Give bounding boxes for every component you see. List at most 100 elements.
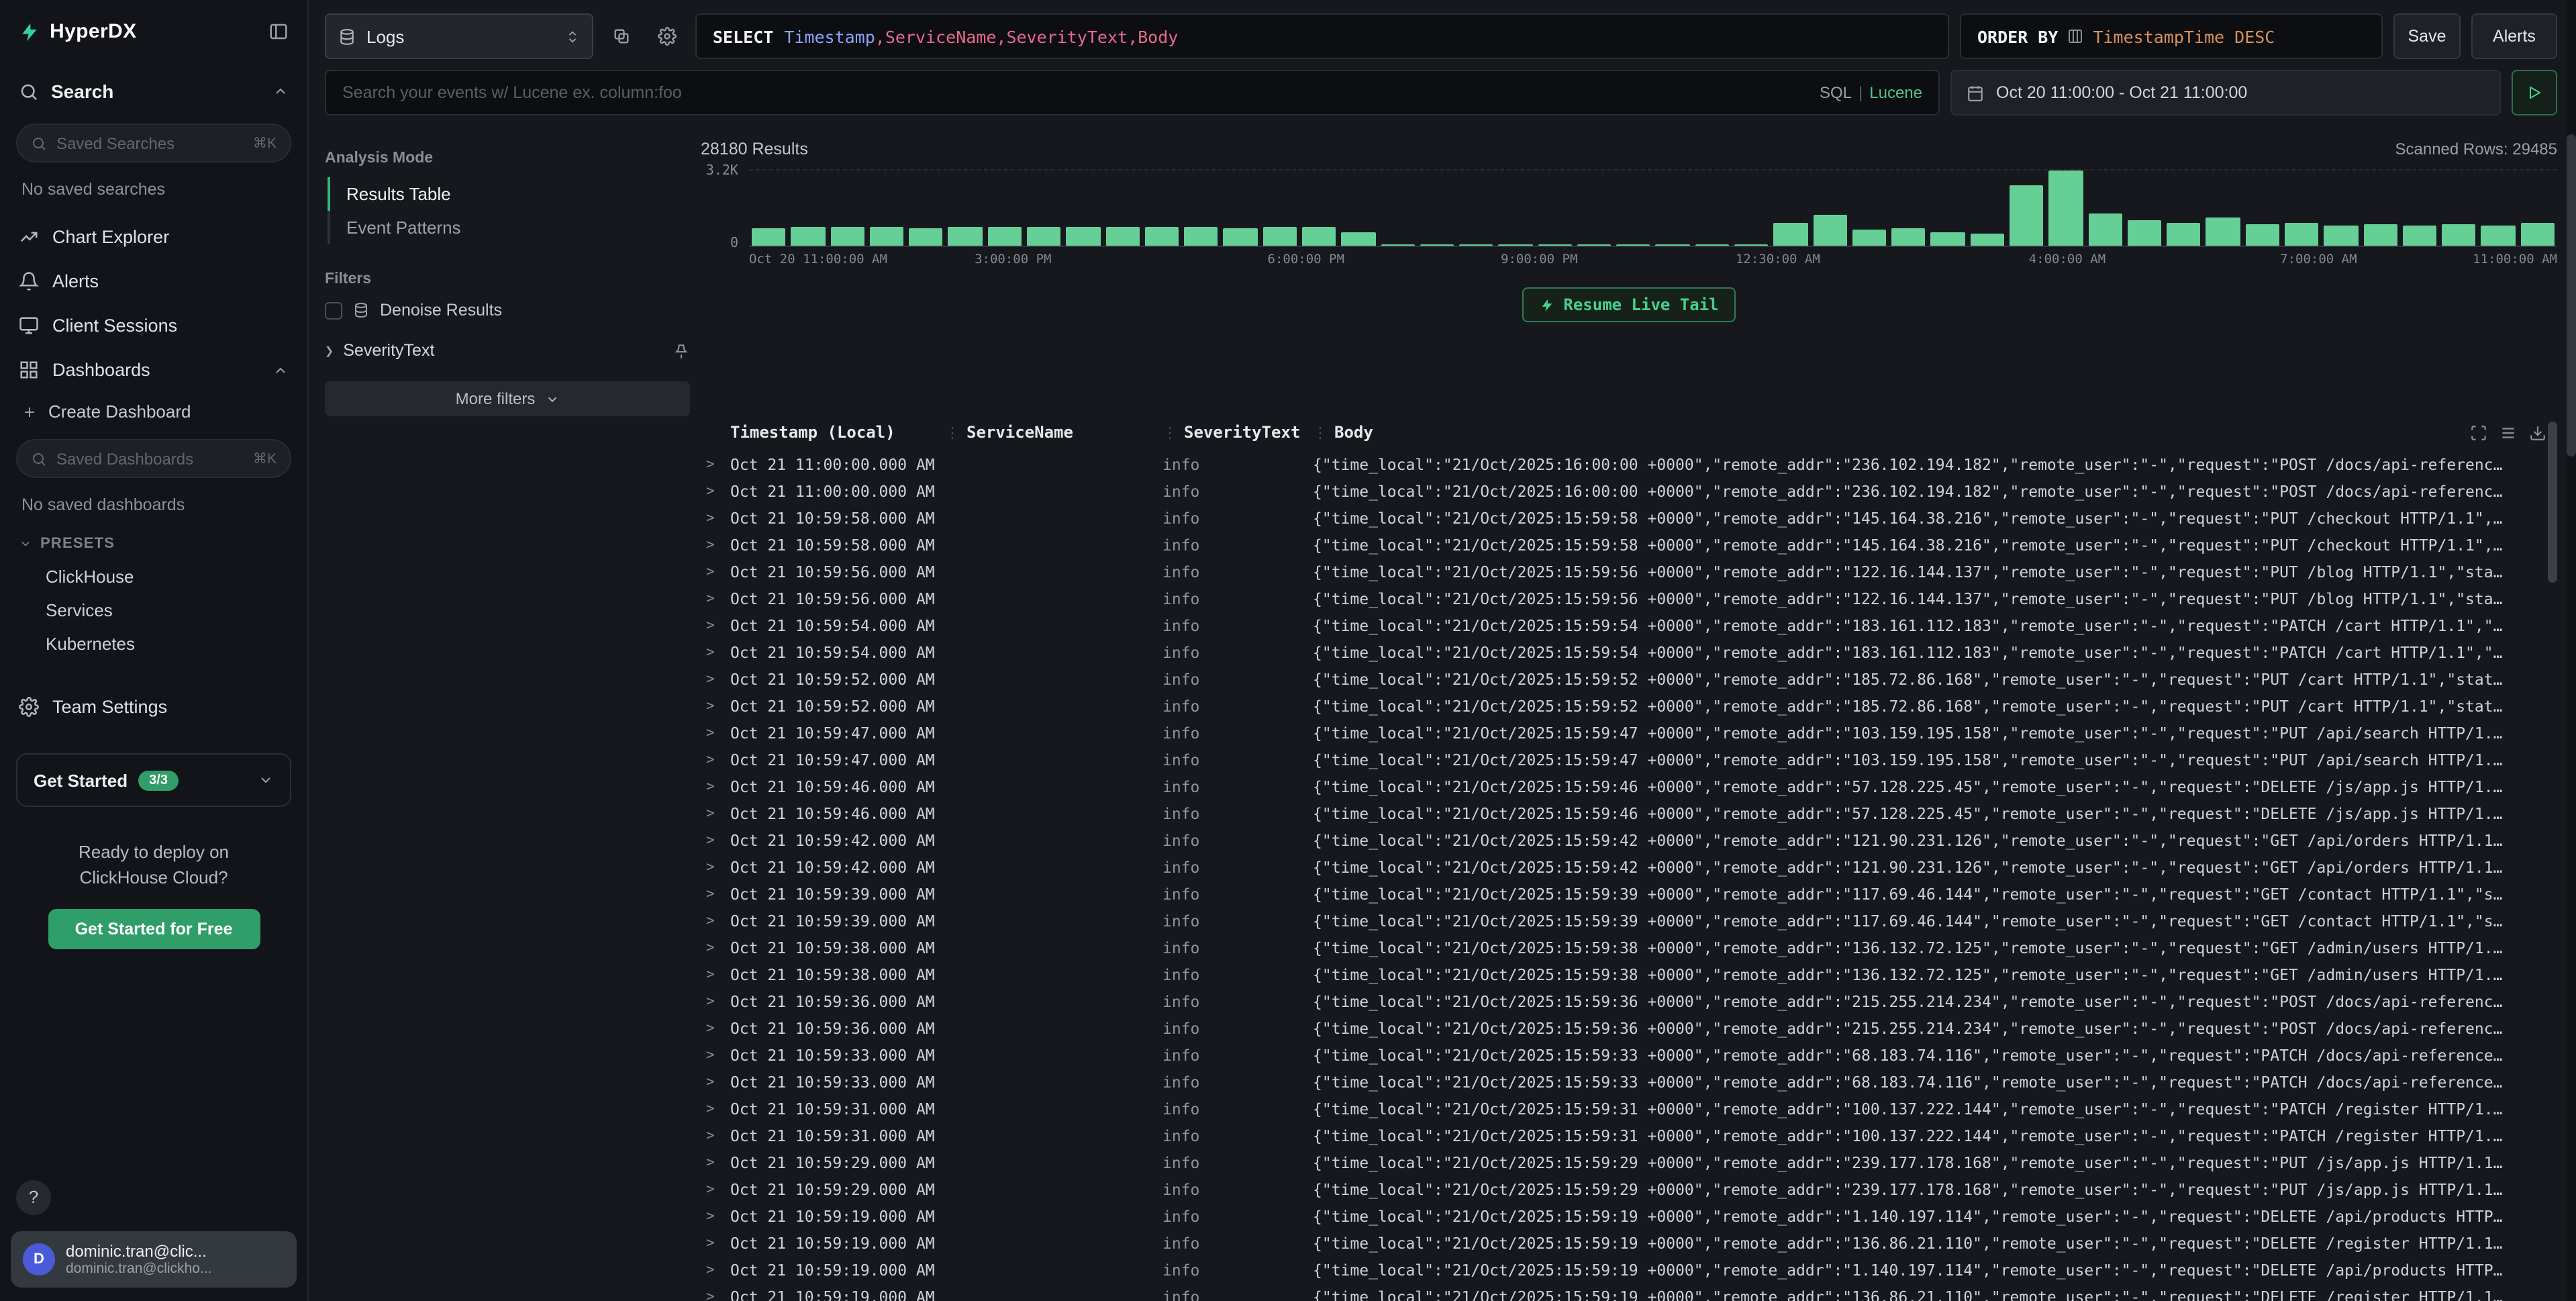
table-row[interactable]: >Oct 21 10:59:33.000 AMinfo{"time_local"…	[701, 1069, 2546, 1096]
presets-toggle[interactable]: PRESETS	[0, 528, 307, 560]
row-expander-icon[interactable]: >	[701, 591, 730, 607]
row-expander-icon[interactable]: >	[701, 725, 730, 741]
chevron-up-icon[interactable]	[273, 83, 289, 99]
header-timestamp[interactable]: Timestamp (Local)	[730, 423, 945, 442]
chart-bar[interactable]	[1262, 227, 1297, 246]
table-row[interactable]: >Oct 21 10:59:36.000 AMinfo{"time_local"…	[701, 1015, 2546, 1042]
row-expander-icon[interactable]: >	[701, 483, 730, 499]
chart-bar[interactable]	[909, 228, 943, 246]
run-query-button[interactable]	[2512, 70, 2557, 115]
chart-bar[interactable]	[1499, 244, 1533, 246]
table-row[interactable]: >Oct 21 10:59:58.000 AMinfo{"time_local"…	[701, 532, 2546, 559]
denoise-checkbox[interactable]	[325, 301, 342, 319]
chart-bar[interactable]	[1891, 228, 1926, 246]
chart-bar[interactable]	[987, 228, 1022, 246]
chart-bar[interactable]	[1656, 244, 1690, 246]
row-expander-icon[interactable]: >	[701, 644, 730, 661]
table-row[interactable]: >Oct 21 10:59:19.000 AMinfo{"time_local"…	[701, 1284, 2546, 1301]
chart-bar[interactable]	[2206, 218, 2240, 246]
chart-bar[interactable]	[1931, 233, 1965, 246]
table-row[interactable]: >Oct 21 10:59:33.000 AMinfo{"time_local"…	[701, 1042, 2546, 1069]
page-scrollbar[interactable]	[2567, 0, 2576, 1301]
table-row[interactable]: >Oct 21 10:59:54.000 AMinfo{"time_local"…	[701, 639, 2546, 666]
row-expander-icon[interactable]: >	[701, 967, 730, 983]
chart-bar[interactable]	[1577, 244, 1612, 246]
row-expander-icon[interactable]: >	[701, 1235, 730, 1251]
table-scrollbar[interactable]	[2548, 422, 2557, 583]
sidebar-item-alerts[interactable]: Alerts	[0, 259, 307, 303]
save-button[interactable]: Save	[2393, 13, 2461, 59]
row-expander-icon[interactable]: >	[701, 1101, 730, 1117]
preset-item-clickhouse[interactable]: ClickHouse	[0, 560, 307, 593]
table-row[interactable]: >Oct 21 10:59:56.000 AMinfo{"time_local"…	[701, 559, 2546, 585]
chart-bar[interactable]	[2167, 224, 2201, 246]
download-icon[interactable]	[2529, 424, 2546, 441]
row-expander-icon[interactable]: >	[701, 859, 730, 875]
table-row[interactable]: >Oct 21 10:59:38.000 AMinfo{"time_local"…	[701, 961, 2546, 988]
table-row[interactable]: >Oct 21 10:59:46.000 AMinfo{"time_local"…	[701, 800, 2546, 827]
chart-bar[interactable]	[1695, 244, 1730, 246]
row-expander-icon[interactable]: >	[701, 510, 730, 526]
table-row[interactable]: >Oct 21 10:59:42.000 AMinfo{"time_local"…	[701, 854, 2546, 881]
table-row[interactable]: >Oct 21 10:59:31.000 AMinfo{"time_local"…	[701, 1096, 2546, 1122]
row-expander-icon[interactable]: >	[701, 537, 730, 553]
table-row[interactable]: >Oct 21 10:59:19.000 AMinfo{"time_local"…	[701, 1230, 2546, 1257]
row-expander-icon[interactable]: >	[701, 913, 730, 929]
row-expander-icon[interactable]: >	[701, 1128, 730, 1144]
expand-table-icon[interactable]	[2470, 424, 2487, 441]
table-row[interactable]: >Oct 21 10:59:47.000 AMinfo{"time_local"…	[701, 746, 2546, 773]
page-scrollbar-thumb[interactable]	[2567, 134, 2576, 456]
chart-bar[interactable]	[2245, 225, 2279, 246]
row-expander-icon[interactable]: >	[701, 1020, 730, 1037]
table-row[interactable]: >Oct 21 11:00:00.000 AMinfo{"time_local"…	[701, 451, 2546, 478]
mode-event-patterns[interactable]: Event Patterns	[328, 211, 690, 244]
chart-bar[interactable]	[1145, 228, 1179, 246]
header-severitytext[interactable]: ⋮ SeverityText	[1162, 423, 1313, 442]
copy-source-button[interactable]	[604, 13, 639, 59]
row-expander-icon[interactable]: >	[701, 1155, 730, 1171]
chart-bar[interactable]	[752, 228, 786, 246]
chart-bar[interactable]	[1224, 228, 1258, 246]
header-servicename[interactable]: ⋮ ServiceName	[945, 423, 1162, 442]
chart-bar[interactable]	[2128, 220, 2162, 246]
chart-bar[interactable]	[1067, 227, 1101, 246]
chart-bar[interactable]	[2049, 171, 2083, 246]
table-row[interactable]: >Oct 21 10:59:19.000 AMinfo{"time_local"…	[701, 1203, 2546, 1230]
chart-bar[interactable]	[2010, 185, 2044, 246]
row-expander-icon[interactable]: >	[701, 779, 730, 795]
chart-bar[interactable]	[1420, 244, 1454, 246]
table-row[interactable]: >Oct 21 10:59:39.000 AMinfo{"time_local"…	[701, 908, 2546, 934]
saved-searches-input[interactable]	[56, 134, 244, 152]
chart-bar[interactable]	[1813, 215, 1847, 246]
order-by-editor[interactable]: ORDER BY TimestampTime DESC	[1960, 13, 2383, 59]
sidebar-item-chart-explorer[interactable]: Chart Explorer	[0, 215, 307, 259]
sidebar-item-dashboards[interactable]: Dashboards	[0, 348, 307, 392]
row-expander-icon[interactable]: >	[701, 1289, 730, 1301]
table-row[interactable]: >Oct 21 10:59:29.000 AMinfo{"time_local"…	[701, 1149, 2546, 1176]
chart-bar[interactable]	[1459, 244, 1493, 246]
row-expander-icon[interactable]: >	[701, 698, 730, 714]
chart-bar[interactable]	[1184, 227, 1218, 246]
chart-bar[interactable]	[2403, 226, 2437, 246]
mode-results-table[interactable]: Results Table	[328, 177, 690, 211]
get-started-free-button[interactable]: Get Started for Free	[48, 909, 260, 949]
chart-bar[interactable]	[2088, 213, 2122, 246]
table-row[interactable]: >Oct 21 10:59:58.000 AMinfo{"time_local"…	[701, 505, 2546, 532]
table-row[interactable]: >Oct 21 10:59:47.000 AMinfo{"time_local"…	[701, 720, 2546, 746]
row-expander-icon[interactable]: >	[701, 1182, 730, 1198]
chart-bar[interactable]	[2520, 224, 2555, 246]
source-settings-button[interactable]	[650, 13, 685, 59]
row-expander-icon[interactable]: >	[701, 1047, 730, 1063]
row-expander-icon[interactable]: >	[701, 886, 730, 902]
event-search-input[interactable]	[342, 83, 1809, 102]
chart-bar[interactable]	[2363, 225, 2397, 246]
chart-bar[interactable]	[948, 227, 983, 246]
chart-bar[interactable]	[2324, 226, 2359, 246]
table-row[interactable]: >Oct 21 11:00:00.000 AMinfo{"time_local"…	[701, 478, 2546, 505]
chevron-up-icon[interactable]	[273, 362, 289, 378]
severity-filter-toggle[interactable]: ❯ SeverityText	[325, 341, 690, 360]
preset-item-kubernetes[interactable]: Kubernetes	[0, 627, 307, 661]
alerts-button[interactable]: Alerts	[2471, 13, 2557, 59]
chart-bar[interactable]	[1341, 232, 1375, 246]
chart-bar[interactable]	[1616, 244, 1650, 246]
